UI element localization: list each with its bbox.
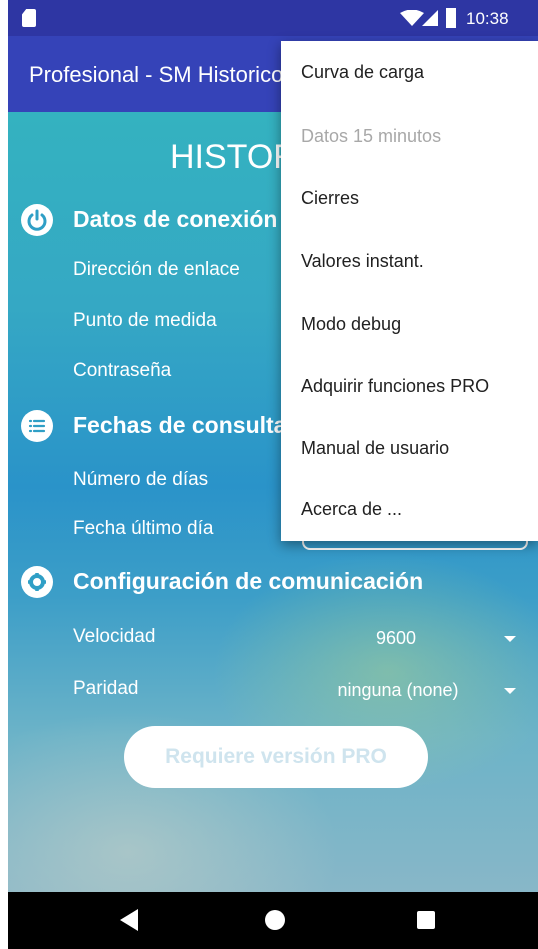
section-title-dates: Fechas de consulta — [73, 412, 287, 438]
menu-item-load-curve[interactable]: Curva de carga — [301, 62, 424, 83]
status-time: 10:38 — [466, 9, 509, 28]
list-icon — [21, 410, 53, 442]
sd-card-icon — [22, 9, 36, 27]
row-last-day[interactable]: Fecha último día — [73, 518, 213, 540]
menu-item-buy-pro[interactable]: Adquirir funciones PRO — [301, 376, 489, 397]
overflow-menu: Curva de carga Datos 15 minutos Cierres … — [281, 41, 538, 541]
signal-icon — [422, 10, 438, 26]
row-link-address[interactable]: Dirección de enlace — [73, 259, 240, 281]
row-measure-point[interactable]: Punto de medida — [73, 310, 217, 332]
speed-spinner[interactable]: 9600 — [346, 628, 446, 649]
menu-item-instant-values[interactable]: Valores instant. — [301, 251, 424, 272]
row-parity-label: Paridad — [73, 678, 139, 699]
section-title-connection: Datos de conexión — [73, 206, 278, 232]
parity-spinner[interactable]: ninguna (none) — [318, 680, 478, 701]
power-icon — [21, 204, 53, 236]
chevron-down-icon[interactable] — [504, 688, 516, 694]
pro-version-button[interactable]: Requiere versión PRO — [124, 726, 428, 788]
menu-item-closures[interactable]: Cierres — [301, 188, 359, 209]
menu-item-about[interactable]: Acerca de ... — [301, 499, 402, 520]
status-bar: 10:38 — [8, 0, 538, 36]
row-speed-label: Velocidad — [73, 626, 156, 647]
row-num-days[interactable]: Número de días — [73, 469, 208, 491]
menu-item-debug-mode[interactable]: Modo debug — [301, 314, 401, 335]
gear-icon — [21, 566, 53, 598]
menu-item-15min-data[interactable]: Datos 15 minutos — [301, 126, 441, 147]
battery-icon — [446, 8, 456, 28]
back-icon[interactable] — [120, 909, 138, 931]
row-password[interactable]: Contraseña — [73, 360, 171, 382]
wifi-icon — [400, 10, 424, 26]
section-title-communication: Configuración de comunicación — [73, 568, 424, 594]
navigation-bar — [8, 892, 538, 949]
home-icon[interactable] — [265, 910, 285, 930]
chevron-down-icon[interactable] — [504, 636, 516, 642]
recents-icon[interactable] — [417, 911, 435, 929]
menu-item-user-manual[interactable]: Manual de usuario — [301, 438, 449, 459]
app-title: Profesional - SM Historicos — [29, 62, 295, 87]
app-screen: 10:38 Profesional - SM Historicos HISTOR… — [8, 0, 538, 949]
